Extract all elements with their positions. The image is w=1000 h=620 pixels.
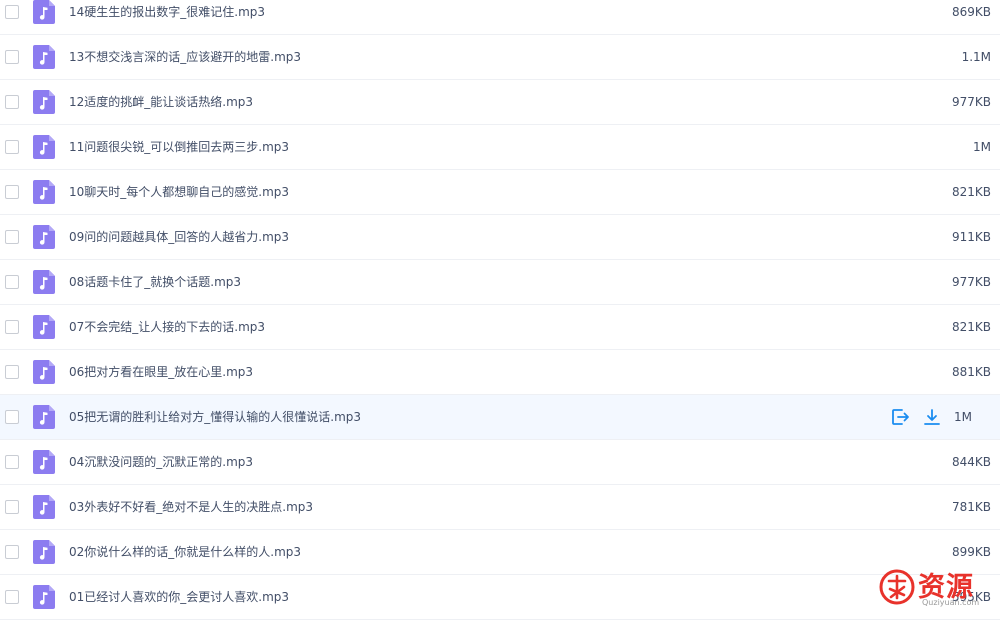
file-row-3[interactable]: 11问题很尖锐_可以倒推回去两三步.mp3 1M — [0, 125, 1000, 170]
file-row-1[interactable]: 13不想交浅言深的话_应该避开的地雷.mp3 1.1M — [0, 35, 1000, 80]
audio-file-icon — [33, 495, 55, 519]
row-checkbox[interactable] — [5, 590, 19, 604]
audio-file-icon — [33, 585, 55, 609]
file-name[interactable]: 07不会完结_让人接的下去的话.mp3 — [69, 319, 265, 335]
audio-file-icon — [33, 450, 55, 474]
file-row-0[interactable]: 14硬生生的报出数字_很难记住.mp3 869KB — [0, 0, 1000, 35]
file-name[interactable]: 11问题很尖锐_可以倒推回去两三步.mp3 — [69, 139, 289, 155]
audio-file-icon — [33, 360, 55, 384]
share-icon[interactable] — [890, 407, 910, 427]
file-size: 781KB — [951, 500, 991, 514]
audio-file-icon — [33, 540, 55, 564]
audio-file-icon — [33, 0, 55, 24]
row-checkbox[interactable] — [5, 365, 19, 379]
file-row-5[interactable]: 09问的问题越具体_回答的人越省力.mp3 911KB — [0, 215, 1000, 260]
file-name[interactable]: 04沉默没问题的_沉默正常的.mp3 — [69, 454, 253, 470]
audio-file-icon — [33, 45, 55, 69]
file-name[interactable]: 03外表好不好看_绝对不是人生的决胜点.mp3 — [69, 499, 313, 515]
audio-file-icon — [33, 135, 55, 159]
row-checkbox[interactable] — [5, 500, 19, 514]
file-size: 1M — [954, 410, 972, 424]
audio-file-icon — [33, 405, 55, 429]
file-size: 869KB — [951, 5, 991, 19]
row-checkbox[interactable] — [5, 230, 19, 244]
audio-file-icon — [33, 180, 55, 204]
audio-file-icon — [33, 90, 55, 114]
file-row-4[interactable]: 10聊天时_每个人都想聊自己的感觉.mp3 821KB — [0, 170, 1000, 215]
file-name[interactable]: 02你说什么样的话_你就是什么样的人.mp3 — [69, 544, 301, 560]
file-size: 844KB — [951, 455, 991, 469]
file-row-13[interactable]: 01已经讨人喜欢的你_会更讨人喜欢.mp3 595KB — [0, 575, 1000, 620]
file-name[interactable]: 09问的问题越具体_回答的人越省力.mp3 — [69, 229, 289, 245]
watermark-seal-icon — [879, 569, 915, 605]
file-name[interactable]: 06把对方看在眼里_放在心里.mp3 — [69, 364, 253, 380]
row-checkbox[interactable] — [5, 185, 19, 199]
file-row-7[interactable]: 07不会完结_让人接的下去的话.mp3 821KB — [0, 305, 1000, 350]
audio-file-icon — [33, 270, 55, 294]
file-row-11[interactable]: 03外表好不好看_绝对不是人生的决胜点.mp3 781KB — [0, 485, 1000, 530]
audio-file-icon — [33, 315, 55, 339]
watermark-subtext: Quziyuan.com — [922, 598, 980, 607]
file-name[interactable]: 14硬生生的报出数字_很难记住.mp3 — [69, 4, 265, 20]
file-name[interactable]: 13不想交浅言深的话_应该避开的地雷.mp3 — [69, 49, 301, 65]
file-row-8[interactable]: 06把对方看在眼里_放在心里.mp3 881KB — [0, 350, 1000, 395]
row-checkbox[interactable] — [5, 5, 19, 19]
file-row-9[interactable]: 05把无谓的胜利让给对方_懂得认输的人很懂说话.mp3 1M — [0, 395, 1000, 440]
row-checkbox[interactable] — [5, 410, 19, 424]
file-list: 14硬生生的报出数字_很难记住.mp3 869KB 13不想交浅言深的话_应该避… — [0, 0, 1000, 620]
row-checkbox[interactable] — [5, 275, 19, 289]
row-checkbox[interactable] — [5, 545, 19, 559]
file-name[interactable]: 12适度的挑衅_能让谈话热络.mp3 — [69, 94, 253, 110]
file-size: 911KB — [951, 230, 991, 244]
file-row-12[interactable]: 02你说什么样的话_你就是什么样的人.mp3 899KB — [0, 530, 1000, 575]
audio-file-icon — [33, 225, 55, 249]
file-name[interactable]: 10聊天时_每个人都想聊自己的感觉.mp3 — [69, 184, 289, 200]
file-size: 821KB — [951, 185, 991, 199]
file-size: 881KB — [951, 365, 991, 379]
watermark-logo: 资源 Quziyuan.com — [878, 565, 1000, 610]
row-checkbox[interactable] — [5, 50, 19, 64]
download-icon[interactable] — [922, 407, 942, 427]
row-checkbox[interactable] — [5, 455, 19, 469]
file-name[interactable]: 01已经讨人喜欢的你_会更讨人喜欢.mp3 — [69, 589, 289, 605]
file-size: 977KB — [951, 275, 991, 289]
file-name[interactable]: 08话题卡住了_就换个话题.mp3 — [69, 274, 241, 290]
row-checkbox[interactable] — [5, 95, 19, 109]
row-checkbox[interactable] — [5, 140, 19, 154]
file-row-6[interactable]: 08话题卡住了_就换个话题.mp3 977KB — [0, 260, 1000, 305]
file-size: 1.1M — [961, 50, 991, 64]
file-row-2[interactable]: 12适度的挑衅_能让谈话热络.mp3 977KB — [0, 80, 1000, 125]
file-size: 1M — [973, 140, 991, 154]
file-size: 899KB — [951, 545, 991, 559]
file-size: 977KB — [951, 95, 991, 109]
file-name[interactable]: 05把无谓的胜利让给对方_懂得认输的人很懂说话.mp3 — [69, 409, 361, 425]
file-row-10[interactable]: 04沉默没问题的_沉默正常的.mp3 844KB — [0, 440, 1000, 485]
row-checkbox[interactable] — [5, 320, 19, 334]
file-size: 821KB — [951, 320, 991, 334]
